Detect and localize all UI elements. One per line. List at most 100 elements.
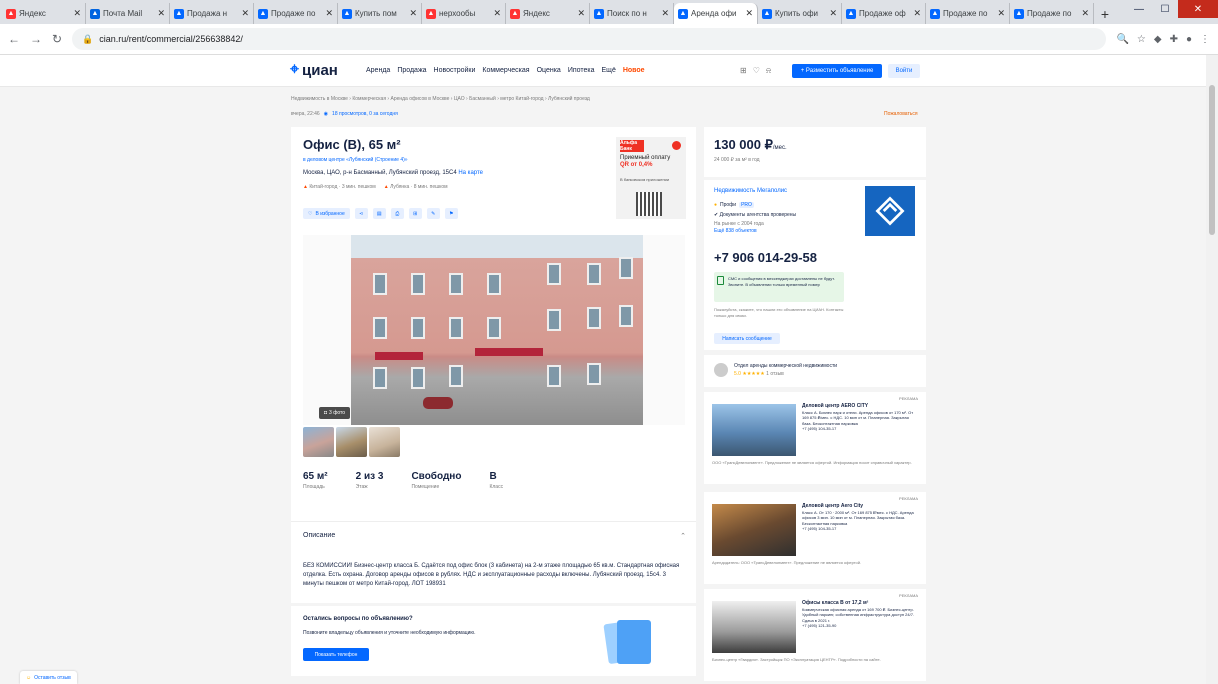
- maximize-button[interactable]: ☐: [1152, 0, 1178, 18]
- menu-item[interactable]: Аренда: [366, 67, 390, 74]
- close-tab-icon[interactable]: ✕: [829, 8, 837, 19]
- close-window-button[interactable]: ✕: [1178, 0, 1218, 18]
- bank-ad-banner[interactable]: Альфа Банк Приемный оплату QR от 0,4% В б…: [616, 137, 686, 219]
- close-tab-icon[interactable]: ✕: [325, 8, 333, 19]
- forward-icon[interactable]: →: [30, 32, 42, 46]
- close-tab-icon[interactable]: ✕: [1081, 8, 1089, 19]
- browser-tab[interactable]: ▲ Яндекс ✕: [2, 3, 86, 24]
- complain-icon[interactable]: ⚑: [444, 208, 458, 219]
- browser-tab[interactable]: ▲ Яндекс ✕: [506, 3, 590, 24]
- menu-item[interactable]: Ещё: [602, 67, 616, 74]
- map-link[interactable]: На карте: [458, 170, 483, 176]
- browser-tab[interactable]: ▲ Продаже оф ✕: [842, 3, 926, 24]
- close-tab-icon[interactable]: ✕: [577, 8, 585, 19]
- browser-tab[interactable]: ▲ Продаже по ✕: [926, 3, 1010, 24]
- write-message-button[interactable]: Написать сообщение: [714, 333, 780, 344]
- star-icon[interactable]: ☆: [1137, 34, 1146, 45]
- new-tab-button[interactable]: +: [1094, 3, 1116, 24]
- close-tab-icon[interactable]: ✕: [913, 8, 921, 19]
- compare-icon[interactable]: ⊞: [740, 66, 747, 76]
- key-facts: 65 м² Площадь 2 из 3 Этаж Свободно Помещение B…: [303, 471, 503, 490]
- browser-tab[interactable]: ▲ Продажа н ✕: [170, 3, 254, 24]
- close-tab-icon[interactable]: ✕: [661, 8, 669, 19]
- login-button[interactable]: Войти: [888, 64, 920, 78]
- phone-number[interactable]: +7 906 014-29-58: [714, 250, 817, 265]
- browser-tab[interactable]: ▲ Почта Mail ✕: [86, 3, 170, 24]
- fact-value: B: [489, 471, 497, 482]
- close-tab-icon[interactable]: ✕: [241, 8, 249, 19]
- minimize-button[interactable]: —: [1126, 0, 1152, 18]
- feedback-button[interactable]: ☺ Оставить отзыв: [20, 671, 77, 684]
- browser-tab[interactable]: ▲ Продаже по ✕: [1010, 3, 1094, 24]
- share-icon[interactable]: ⋖: [354, 208, 368, 219]
- close-tab-icon[interactable]: ✕: [745, 8, 753, 19]
- close-tab-icon[interactable]: ✕: [493, 8, 501, 19]
- menu-item[interactable]: Продажа: [397, 67, 426, 74]
- close-tab-icon[interactable]: ✕: [73, 8, 81, 19]
- report-link[interactable]: Пожаловаться: [884, 111, 918, 117]
- views-count[interactable]: 18 просмотров, 0 за сегодня: [332, 111, 398, 117]
- sidebar-ad[interactable]: РЕКЛАМА Деловой центр Aero City Класс А. О…: [704, 492, 926, 584]
- bell-icon[interactable]: ⍾: [766, 66, 771, 76]
- department-card[interactable]: Отдел аренды коммерческой недвижимости 5…: [704, 355, 926, 387]
- browser-tab[interactable]: ▲ Аренда офи ✕: [674, 3, 758, 24]
- menu-icon[interactable]: ⋮: [1200, 34, 1210, 45]
- thumbnail[interactable]: [336, 427, 367, 457]
- thumbnail[interactable]: [369, 427, 400, 457]
- browser-tab[interactable]: ▲ нерхообы ✕: [422, 3, 506, 24]
- camera-icon: ◘: [324, 410, 328, 416]
- note-icon[interactable]: ✎: [426, 208, 440, 219]
- menu-item[interactable]: Оценка: [537, 67, 561, 74]
- browser-tab[interactable]: ▲ Поиск по н ✕: [590, 3, 674, 24]
- puzzle-icon[interactable]: ✚: [1170, 34, 1178, 45]
- profile-icon[interactable]: ●: [1186, 34, 1192, 45]
- menu-item[interactable]: Новое: [623, 67, 645, 74]
- close-tab-icon[interactable]: ✕: [157, 8, 165, 19]
- scrollbar[interactable]: [1206, 55, 1218, 684]
- close-tab-icon[interactable]: ✕: [997, 8, 1005, 19]
- description-header[interactable]: Описание: [303, 532, 335, 539]
- breadcrumb[interactable]: Недвижимость в Москве › Коммерческая › А…: [291, 96, 721, 102]
- browser-tab[interactable]: ▲ Продаже по ✕: [254, 3, 338, 24]
- metro-item[interactable]: ▲ Лубянка · 8 мин. пешком: [384, 184, 448, 190]
- photo-count-badge[interactable]: ◘ 3 фото: [319, 407, 351, 419]
- photo-gallery[interactable]: ◘ 3 фото: [303, 235, 685, 425]
- more-objects-link[interactable]: Ещё 838 объектов: [714, 228, 757, 234]
- business-center-link[interactable]: в деловом центре «Лубянский (Строение 4)…: [303, 157, 408, 163]
- browser-tab[interactable]: ▲ Купить офи ✕: [758, 3, 842, 24]
- agency-logo[interactable]: [865, 186, 915, 236]
- back-icon[interactable]: ←: [8, 32, 20, 46]
- zoom-icon[interactable]: 🔍: [1116, 34, 1128, 45]
- thumbnail[interactable]: [303, 427, 334, 457]
- main-photo[interactable]: [351, 235, 643, 425]
- metro-item[interactable]: ▲ Китай-город · 3 мин. пешком: [303, 184, 376, 190]
- pdf-icon[interactable]: ▤: [372, 208, 386, 219]
- heart-icon[interactable]: ♡: [753, 66, 760, 76]
- tab-favicon-icon: ▲: [1014, 8, 1024, 19]
- address: Москва, ЦАО, р-н Басманный, Лубянский пр…: [303, 170, 483, 176]
- ad-image[interactable]: [712, 504, 796, 556]
- ad-image[interactable]: [712, 404, 796, 456]
- agent-name[interactable]: Недвижимость Мегаполис: [714, 188, 787, 194]
- browser-tab[interactable]: ▲ Купить пом ✕: [338, 3, 422, 24]
- sidebar-ad[interactable]: РЕКЛАМА Офисы класса В от 17,2 м² Коммерче…: [704, 589, 926, 681]
- favorite-button[interactable]: ♡ В избранное: [303, 208, 350, 219]
- show-phone-button[interactable]: Показать телефон: [303, 648, 369, 661]
- post-ad-button[interactable]: + Разместить объявление: [792, 64, 882, 78]
- cian-logo[interactable]: ⌖ циан: [290, 61, 338, 79]
- sidebar-ad[interactable]: РЕКЛАМА Деловой центр AERO CITY Класс А. Б…: [704, 392, 926, 484]
- building-sign: [375, 352, 423, 360]
- compare-icon[interactable]: ⊞: [408, 208, 422, 219]
- extension-icon[interactable]: ◆: [1154, 34, 1162, 45]
- address-text[interactable]: Москва, ЦАО, р-н Басманный, Лубянский пр…: [303, 170, 457, 176]
- tab-favicon-icon: ▲: [510, 8, 520, 19]
- print-icon[interactable]: ⎙: [390, 208, 404, 219]
- menu-item[interactable]: Новостройки: [434, 67, 476, 74]
- ad-image[interactable]: [712, 601, 796, 653]
- address-bar[interactable]: 🔒 cian.ru/rent/commercial/256638842/: [72, 28, 1107, 50]
- chevron-up-icon[interactable]: ⌃: [680, 532, 686, 540]
- menu-item[interactable]: Ипотека: [568, 67, 595, 74]
- close-tab-icon[interactable]: ✕: [409, 8, 417, 19]
- menu-item[interactable]: Коммерческая: [482, 67, 529, 74]
- reload-icon[interactable]: ↻: [52, 32, 62, 46]
